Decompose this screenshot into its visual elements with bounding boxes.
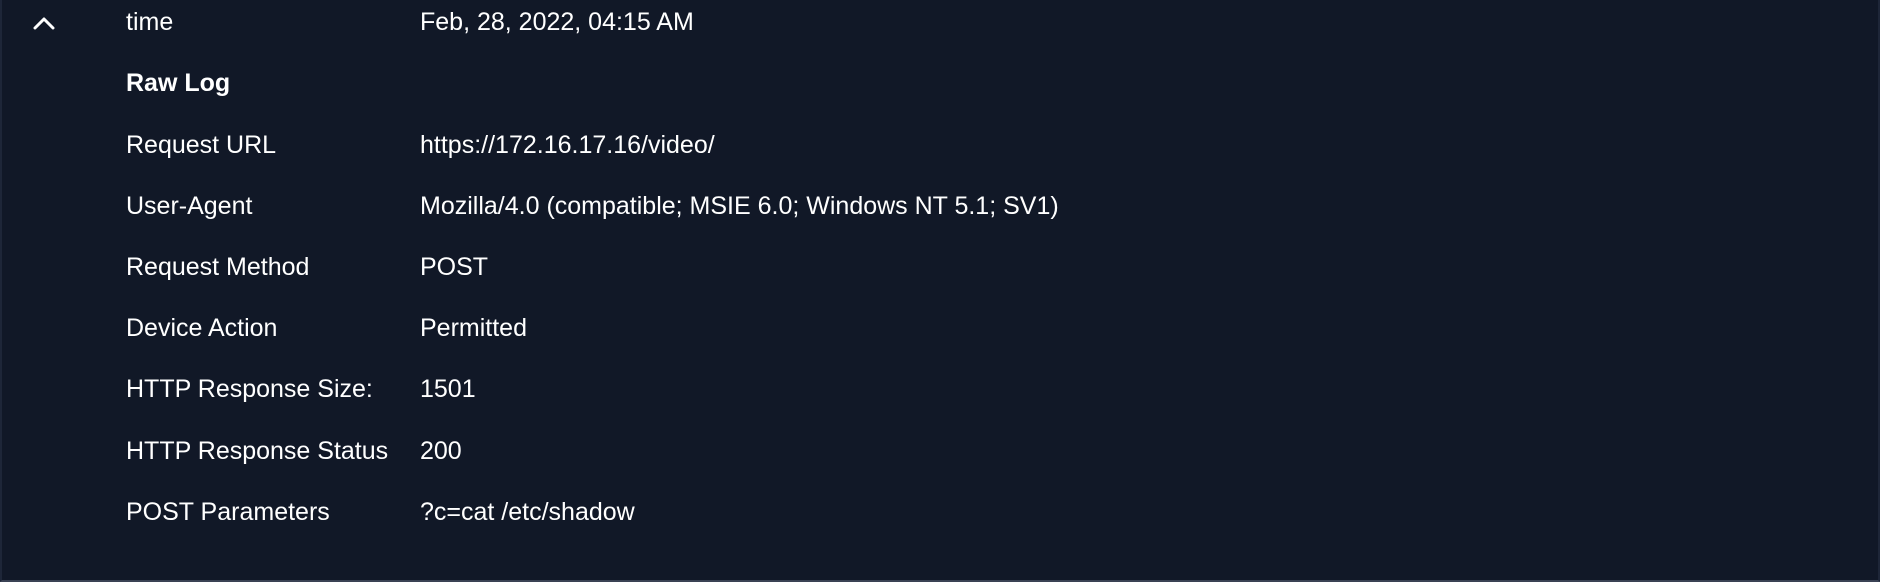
field-label: HTTP Response Status bbox=[126, 436, 389, 465]
field-value: 200 bbox=[420, 436, 462, 465]
field-label: User-Agent bbox=[126, 191, 253, 220]
field-label: HTTP Response Size: bbox=[126, 374, 373, 403]
field-value: 1501 bbox=[420, 374, 476, 403]
raw-log-title: Raw Log bbox=[126, 68, 231, 97]
time-row: time Feb, 28, 2022, 04:15 AM bbox=[126, 2, 694, 42]
field-row-request-url: Request URL https://172.16.17.16/video/ bbox=[126, 125, 715, 165]
field-label: Request Method bbox=[126, 252, 310, 281]
field-row-http-response-status: HTTP Response Status 200 bbox=[126, 431, 462, 471]
field-value: ?c=cat /etc/shadow bbox=[420, 497, 635, 526]
log-detail-panel: time Feb, 28, 2022, 04:15 AM Raw Log Req… bbox=[0, 0, 1880, 582]
field-label: POST Parameters bbox=[126, 497, 330, 526]
field-label: Device Action bbox=[126, 313, 278, 342]
time-label: time bbox=[126, 7, 174, 36]
field-row-user-agent: User-Agent Mozilla/4.0 (compatible; MSIE… bbox=[126, 186, 1059, 226]
field-row-post-parameters: POST Parameters ?c=cat /etc/shadow bbox=[126, 492, 635, 532]
time-value: Feb, 28, 2022, 04:15 AM bbox=[420, 7, 694, 36]
field-row-http-response-size: HTTP Response Size: 1501 bbox=[126, 369, 476, 409]
chevron-up-icon bbox=[33, 17, 55, 30]
field-label: Request URL bbox=[126, 130, 277, 159]
field-value: Permitted bbox=[420, 313, 527, 342]
collapse-toggle-button[interactable] bbox=[30, 10, 58, 36]
field-value: https://172.16.17.16/video/ bbox=[420, 130, 715, 159]
field-value: POST bbox=[420, 252, 489, 281]
field-value: Mozilla/4.0 (compatible; MSIE 6.0; Windo… bbox=[420, 191, 1059, 220]
field-row-device-action: Device Action Permitted bbox=[126, 308, 527, 348]
field-row-request-method: Request Method POST bbox=[126, 247, 488, 287]
